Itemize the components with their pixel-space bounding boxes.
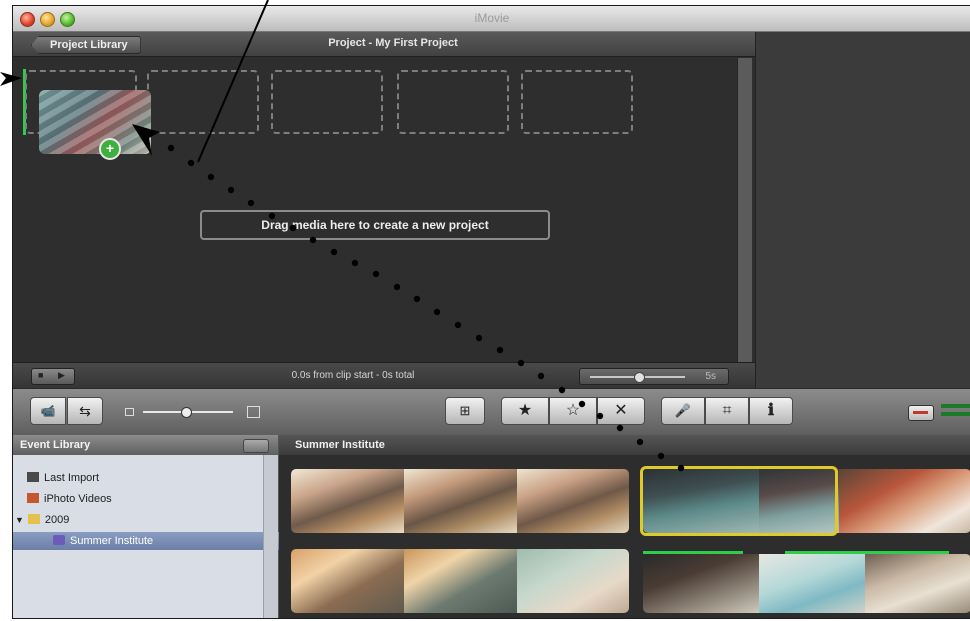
library-item-label: Last Import: [44, 472, 100, 484]
disclosure-triangle-icon[interactable]: ▼: [15, 515, 24, 525]
event-browser: Summer Institute: [279, 435, 970, 618]
info-icon: ℹ: [767, 402, 775, 419]
add-plus-icon: +: [99, 138, 121, 160]
dragged-clip-thumbnail[interactable]: [39, 90, 151, 154]
mark-favorite-button[interactable]: ★: [501, 397, 549, 425]
play-icon: ▶: [58, 370, 65, 380]
filled-star-icon: ★: [517, 402, 533, 419]
clip-frame: [404, 549, 517, 613]
library-item-2009[interactable]: ▼ 2009: [13, 511, 265, 529]
project-zoom-slider[interactable]: 5s: [579, 368, 729, 385]
event-library: Event Library Last Import iPhoto Videos …: [13, 435, 303, 618]
crop-button[interactable]: ⌗: [705, 397, 749, 425]
voiceover-button[interactable]: 🎤: [661, 397, 705, 425]
selection-range[interactable]: [640, 466, 838, 536]
event-title: Summer Institute: [279, 435, 970, 455]
camera-icon: 📹: [40, 404, 56, 418]
library-scrollbar[interactable]: [263, 455, 278, 618]
clip-frame: [643, 554, 759, 613]
event-clip[interactable]: [643, 554, 970, 613]
play-fullscreen-button[interactable]: ■ ▶: [31, 368, 75, 385]
clip-frame: [291, 469, 404, 533]
clip-frame: [517, 469, 629, 533]
event-clip[interactable]: [291, 469, 629, 533]
iphoto-icon: [27, 493, 39, 503]
folder-icon: [27, 514, 40, 524]
main-toolbar: 📹 ⇆ ⊞ ★ ☆ ✕ 🎤 ⌗ ℹ: [13, 388, 970, 436]
fullscreen-icon: ■: [38, 370, 44, 380]
library-item-label: Summer Institute: [70, 535, 154, 547]
slider-knob[interactable]: [181, 407, 192, 418]
event-library-header: Event Library: [13, 435, 278, 455]
project-status-bar: ■ ▶ 0.0s from clip start - 0s total 5s: [13, 362, 755, 389]
reject-x-icon: ✕: [614, 402, 628, 419]
star-event-icon: [53, 535, 65, 545]
clip-placeholder: [271, 70, 383, 134]
add-to-project-button[interactable]: ⊞: [445, 397, 485, 425]
clip-placeholder: [397, 70, 509, 134]
library-item-label: 2009: [44, 514, 70, 526]
large-thumb-icon: [247, 406, 260, 418]
title-bar: iMovie: [13, 6, 970, 32]
eject-button[interactable]: [243, 439, 269, 453]
swap-layout-button[interactable]: [908, 405, 934, 421]
empty-star-icon: ☆: [565, 402, 581, 419]
drop-zone-message[interactable]: Drag media here to create a new project: [200, 210, 550, 240]
small-thumb-icon: [125, 408, 134, 416]
microphone-icon: 🎤: [674, 403, 692, 418]
viewer-panel: [755, 32, 970, 388]
clip-frame: [865, 554, 970, 613]
inspector-button[interactable]: ℹ: [749, 397, 793, 425]
event-clip[interactable]: [291, 549, 629, 613]
slider-knob[interactable]: [634, 372, 645, 383]
project-title: Project - My First Project: [328, 37, 458, 49]
library-item-iphoto-videos[interactable]: iPhoto Videos: [13, 490, 277, 508]
zoom-value: 5s: [705, 371, 716, 382]
project-library-button[interactable]: Project Library: [31, 36, 141, 54]
library-item-label: iPhoto Videos: [44, 493, 112, 505]
film-icon: [27, 472, 39, 482]
clip-frame: [839, 469, 970, 533]
library-item-last-import[interactable]: Last Import: [13, 469, 277, 487]
imovie-window: iMovie Project Library Project - My Firs…: [12, 5, 970, 619]
add-clip-icon: ⊞: [459, 403, 471, 418]
clip-frame: [291, 549, 404, 613]
clip-frame: [517, 549, 629, 613]
reject-button[interactable]: ✕: [597, 397, 645, 425]
audio-lines-icon[interactable]: [941, 404, 970, 416]
crop-icon: ⌗: [722, 402, 732, 419]
window-title: iMovie: [474, 11, 510, 25]
library-item-summer-institute[interactable]: Summer Institute: [13, 532, 303, 550]
clip-placeholder: [521, 70, 633, 134]
project-scrollbar[interactable]: [737, 58, 752, 384]
clip-frame: [759, 554, 865, 613]
thumbnail-size-slider[interactable]: [125, 405, 260, 419]
clip-placeholder: [147, 70, 259, 134]
import-camera-button[interactable]: 📹: [30, 397, 66, 425]
clip-frame: [404, 469, 517, 533]
swap-icon: ⇆: [79, 403, 91, 419]
project-header: Project Library Project - My First Proje…: [13, 32, 755, 57]
time-readout: 0.0s from clip start - 0s total: [291, 370, 415, 381]
project-editor: Project Library Project - My First Proje…: [13, 32, 755, 389]
unmark-button[interactable]: ☆: [549, 397, 597, 425]
swap-events-button[interactable]: ⇆: [67, 397, 103, 425]
